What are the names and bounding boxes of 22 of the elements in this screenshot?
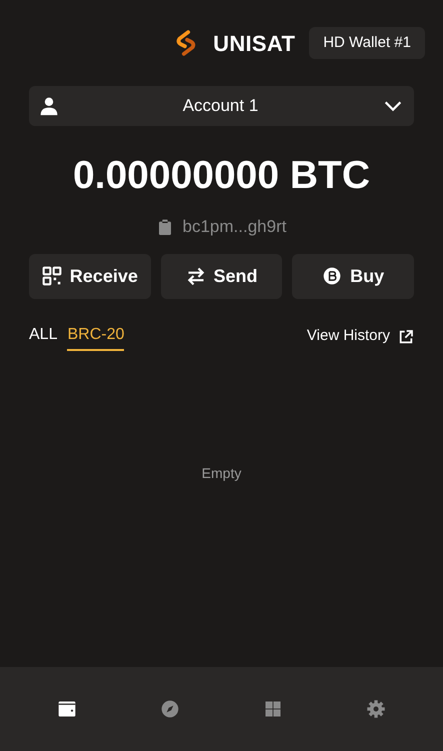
empty-message: Empty — [200, 464, 242, 483]
user-icon — [39, 96, 59, 116]
brand-name: UNISAT — [213, 30, 296, 58]
buy-button[interactable]: Buy — [292, 254, 414, 298]
grid-icon — [263, 699, 284, 719]
balance-amount: 0.00000000 BTC — [72, 153, 372, 199]
bitcoin-icon — [322, 266, 342, 286]
account-selector[interactable]: Account 1 — [29, 86, 414, 126]
clipboard-icon[interactable] — [156, 218, 173, 236]
compass-icon — [160, 699, 180, 719]
tab[interactable]: BRC-20 — [67, 322, 124, 350]
wallet-button[interactable]: HD Wallet #1 — [309, 26, 425, 60]
wallet-address[interactable]: bc1pm...gh9rt — [182, 214, 286, 240]
external-link-icon — [398, 328, 414, 344]
receive-button[interactable]: Receive — [29, 254, 151, 298]
settings-icon — [366, 699, 386, 719]
tab[interactable]: ALL — [29, 322, 58, 350]
view-history-link[interactable]: View History — [306, 325, 414, 348]
swap-arrows-icon — [186, 266, 206, 286]
wallet-icon — [56, 699, 77, 719]
send-button[interactable]: Send — [160, 254, 282, 298]
qr-code-icon — [42, 266, 62, 286]
